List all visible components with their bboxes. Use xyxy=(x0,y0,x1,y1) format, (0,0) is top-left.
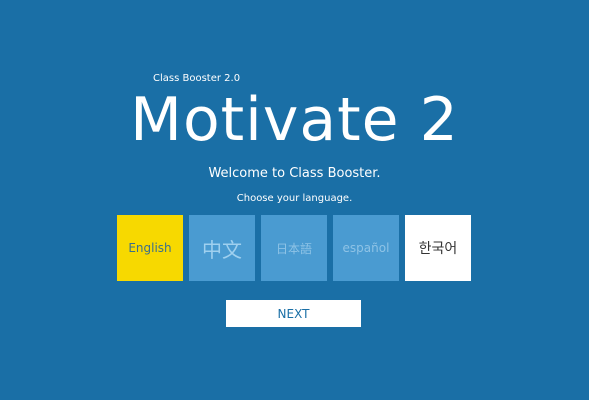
language-options: English 中文 日本語 español 한국어 xyxy=(117,215,471,281)
language-selection-screen: Class Booster 2.0 Motivate 2 Welcome to … xyxy=(0,0,589,400)
language-option-spanish[interactable]: español xyxy=(333,215,399,281)
language-option-chinese[interactable]: 中文 xyxy=(189,215,255,281)
language-option-english[interactable]: English xyxy=(117,215,183,281)
app-title: Motivate 2 xyxy=(130,85,459,155)
language-option-japanese[interactable]: 日本語 xyxy=(261,215,327,281)
welcome-text: Welcome to Class Booster. xyxy=(208,166,381,181)
language-prompt: Choose your language. xyxy=(236,193,353,204)
next-button[interactable]: NEXT xyxy=(226,300,361,327)
language-option-korean[interactable]: 한국어 xyxy=(405,215,471,281)
